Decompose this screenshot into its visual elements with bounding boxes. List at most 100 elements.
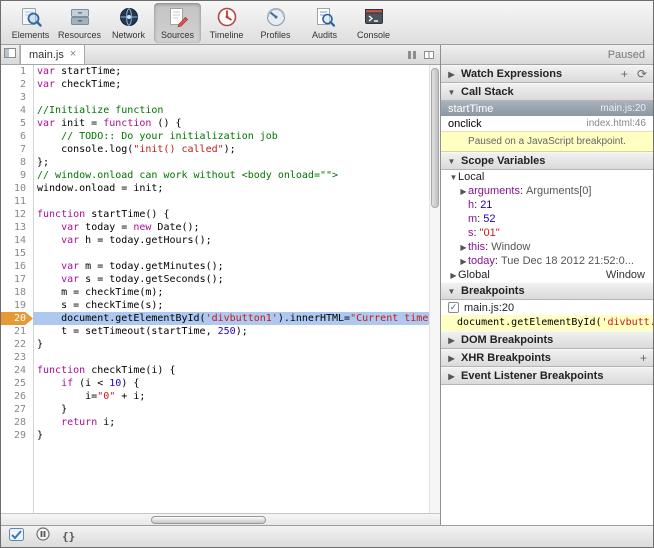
line-number[interactable]: 8 bbox=[1, 156, 33, 169]
refresh-watch-icon[interactable]: ⟳ bbox=[637, 68, 647, 80]
line-number[interactable]: 21 bbox=[1, 325, 33, 338]
scope-variable[interactable]: ▶arguments:Arguments[0] bbox=[441, 184, 653, 198]
code-text: return i; bbox=[33, 416, 429, 429]
debugger-status-bar: Paused bbox=[441, 45, 653, 65]
show-console-button[interactable] bbox=[9, 528, 24, 546]
line-number[interactable]: 10 bbox=[1, 182, 33, 195]
line-number[interactable]: 25 bbox=[1, 377, 33, 390]
vertical-scrollbar-thumb[interactable] bbox=[431, 68, 439, 208]
line-number[interactable]: 1 bbox=[1, 65, 33, 78]
network-icon bbox=[117, 5, 141, 29]
chevron-right-icon[interactable]: ▶ bbox=[459, 187, 468, 196]
scope-variable[interactable]: ▶this:Window bbox=[441, 240, 653, 254]
line-number[interactable]: 3 bbox=[1, 91, 33, 104]
split-view-icon[interactable] bbox=[423, 49, 435, 61]
scope-variable[interactable]: m:52 bbox=[441, 212, 653, 226]
line-number[interactable]: 13 bbox=[1, 221, 33, 234]
scope-local-header[interactable]: ▼Local bbox=[441, 170, 653, 184]
tool-timeline[interactable]: Timeline bbox=[203, 3, 250, 43]
variable-name: this bbox=[468, 241, 485, 253]
pause-circle-icon bbox=[36, 527, 50, 546]
show-drawer-icon[interactable] bbox=[406, 49, 418, 61]
tab-main-js[interactable]: main.js × bbox=[20, 45, 85, 64]
horizontal-scrollbar-thumb[interactable] bbox=[151, 516, 266, 524]
line-number[interactable]: 6 bbox=[1, 130, 33, 143]
tool-resources[interactable]: Resources bbox=[56, 3, 103, 43]
code-line: 5var init = function () { bbox=[1, 117, 429, 130]
close-icon[interactable]: × bbox=[70, 49, 76, 60]
line-number[interactable]: 17 bbox=[1, 273, 33, 286]
line-number[interactable]: 23 bbox=[1, 351, 33, 364]
tool-elements[interactable]: Elements bbox=[7, 3, 54, 43]
tool-profiles[interactable]: Profiles bbox=[252, 3, 299, 43]
tool-network[interactable]: Network bbox=[105, 3, 152, 43]
xhr-breakpoints-header[interactable]: ▶ XHR Breakpoints + bbox=[441, 349, 653, 367]
event-listener-breakpoints-header[interactable]: ▶ Event Listener Breakpoints bbox=[441, 367, 653, 385]
add-xhr-breakpoint-icon[interactable]: + bbox=[640, 352, 647, 364]
breakpoint-snippet[interactable]: document.getElementById('divbutt... bbox=[441, 315, 653, 331]
line-number[interactable]: 12 bbox=[1, 208, 33, 221]
code-text: } bbox=[33, 403, 429, 416]
line-number[interactable]: 4 bbox=[1, 104, 33, 117]
pretty-print-button[interactable]: {} bbox=[62, 530, 75, 543]
watch-expressions-header[interactable]: ▶ Watch Expressions + ⟳ bbox=[441, 65, 653, 83]
scope-variable[interactable]: ▶today:Tue Dec 18 2012 21:52:0... bbox=[441, 254, 653, 268]
tool-audits[interactable]: Audits bbox=[301, 3, 348, 43]
line-number[interactable]: 19 bbox=[1, 299, 33, 312]
tool-label: Audits bbox=[312, 30, 337, 40]
call-stack-header[interactable]: ▼ Call Stack bbox=[441, 83, 653, 101]
variable-value: Window bbox=[491, 241, 530, 253]
scope-variable[interactable]: h:21 bbox=[441, 198, 653, 212]
add-watch-icon[interactable]: + bbox=[621, 68, 628, 80]
resources-icon bbox=[68, 5, 92, 29]
chevron-right-icon[interactable]: ▶ bbox=[459, 243, 468, 252]
line-number[interactable]: 29 bbox=[1, 429, 33, 442]
vertical-scrollbar[interactable] bbox=[429, 65, 440, 513]
line-number[interactable]: 14 bbox=[1, 234, 33, 247]
line-number[interactable]: 28 bbox=[1, 416, 33, 429]
code-text: function startTime() { bbox=[33, 208, 429, 221]
call-stack-frame[interactable]: startTimemain.js:20 bbox=[441, 101, 653, 116]
dom-breakpoints-header[interactable]: ▶ DOM Breakpoints bbox=[441, 331, 653, 349]
section-watch-expressions: ▶ Watch Expressions + ⟳ bbox=[441, 65, 653, 83]
separator: : bbox=[495, 255, 498, 267]
line-number[interactable]: 11 bbox=[1, 195, 33, 208]
line-number[interactable]: 24 bbox=[1, 364, 33, 377]
line-number[interactable]: 7 bbox=[1, 143, 33, 156]
line-number[interactable]: 26 bbox=[1, 390, 33, 403]
breakpoints-header[interactable]: ▼ Breakpoints bbox=[441, 282, 653, 300]
line-number[interactable]: 27 bbox=[1, 403, 33, 416]
chevron-right-icon: ▶ bbox=[447, 70, 456, 79]
line-number[interactable]: 15 bbox=[1, 247, 33, 260]
tool-sources[interactable]: Sources bbox=[154, 3, 201, 43]
tool-label: Profiles bbox=[260, 30, 290, 40]
variable-value: "01" bbox=[480, 227, 500, 239]
variable-value: 21 bbox=[480, 199, 492, 211]
line-number[interactable]: 9 bbox=[1, 169, 33, 182]
code-text: // window.onload can work without <body … bbox=[33, 169, 429, 182]
code-text: // TODO:: Do your initialization job bbox=[33, 130, 429, 143]
breakpoint-entry[interactable]: ✓ main.js:20 bbox=[441, 300, 653, 315]
call-stack-frame[interactable]: onclickindex.html:46 bbox=[441, 116, 653, 131]
line-number[interactable]: 5 bbox=[1, 117, 33, 130]
line-number[interactable]: 22 bbox=[1, 338, 33, 351]
scope-global-header[interactable]: ▶GlobalWindow bbox=[441, 268, 653, 282]
code-editor[interactable]: 1var startTime;2var checkTime;3 4//Initi… bbox=[1, 65, 440, 525]
code-line: 8}; bbox=[1, 156, 429, 169]
line-number[interactable]: 18 bbox=[1, 286, 33, 299]
show-navigator-button[interactable] bbox=[1, 45, 20, 64]
chevron-right-icon[interactable]: ▶ bbox=[459, 257, 468, 266]
scope-variable[interactable]: s:"01" bbox=[441, 226, 653, 240]
code-text: document.getElementById('divbutton1').in… bbox=[33, 312, 429, 325]
elements-icon bbox=[19, 5, 43, 29]
scope-variables-header[interactable]: ▼ Scope Variables bbox=[441, 152, 653, 170]
line-number[interactable]: 2 bbox=[1, 78, 33, 91]
variable-name: today bbox=[468, 255, 495, 267]
debugger-sidebar: Paused ▶ Watch Expressions + ⟳ ▼ Call St… bbox=[441, 45, 653, 525]
tool-console[interactable]: Console bbox=[350, 3, 397, 43]
deactivate-breakpoints-button[interactable] bbox=[36, 527, 50, 546]
execution-line-marker[interactable]: 20 bbox=[1, 312, 33, 325]
checkbox-checked-icon[interactable]: ✓ bbox=[448, 302, 459, 313]
line-number[interactable]: 16 bbox=[1, 260, 33, 273]
horizontal-scrollbar[interactable] bbox=[1, 513, 440, 525]
